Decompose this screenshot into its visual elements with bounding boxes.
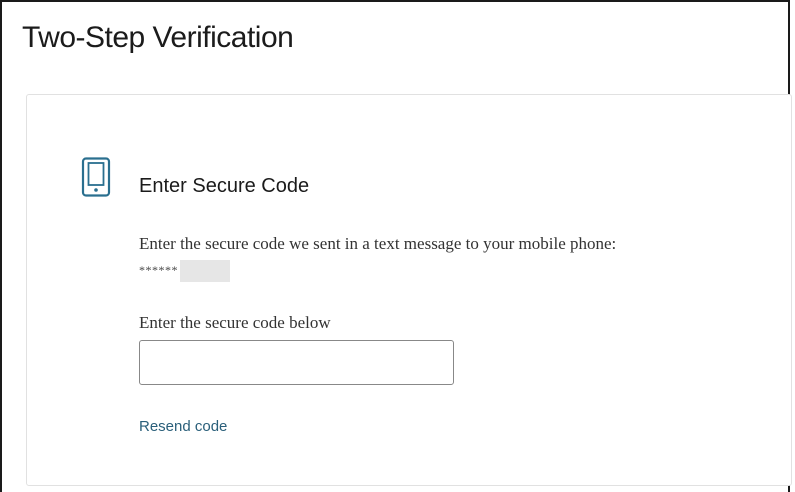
page-title: Two-Step Verification [22,21,294,54]
verification-card: Enter Secure Code Enter the secure code … [26,94,792,486]
code-field-label: Enter the secure code below [139,313,331,332]
mobile-phone-icon [81,157,111,197]
instructions-message: Enter the secure code we sent in a text … [139,234,617,253]
instructions-text: Enter the secure code we sent in a text … [139,231,659,285]
secure-code-input[interactable] [139,340,454,385]
window-frame: Two-Step Verification Enter Secure Code … [0,0,792,492]
resend-code-link[interactable]: Resend code [139,417,227,437]
masked-phone-number: ****** [139,263,178,277]
redacted-phone-digits [180,260,230,282]
card-heading: Enter Secure Code [139,175,310,197]
